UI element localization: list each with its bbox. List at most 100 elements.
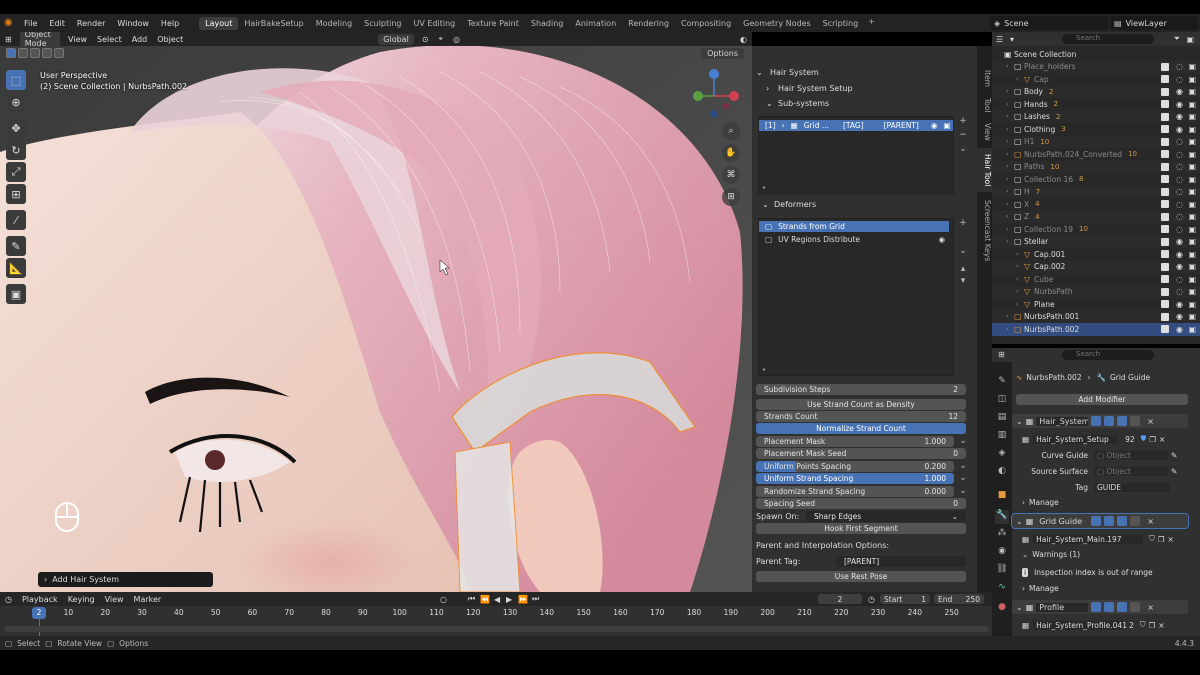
tab-screencast-keys[interactable]: Screencast Keys [977,196,992,266]
edit-mode-icon[interactable] [1091,602,1102,612]
parent-tag-input[interactable]: [PARENT] [836,556,966,567]
display-mode-icon[interactable]: ▾ [1010,35,1024,44]
eye-icon[interactable]: ◉ [1176,262,1183,271]
current-frame-field[interactable]: 2 [818,594,862,604]
play-icon[interactable]: ▶ [506,595,512,604]
select-mode-invert-icon[interactable] [42,48,52,58]
edit-mode-icon[interactable] [1091,416,1102,426]
new-collection-icon[interactable]: ▣ [1186,35,1194,44]
expand-arrow-icon[interactable]: › [1006,176,1014,183]
fake-user-icon[interactable]: ⛊ [1141,434,1147,444]
camera-icon[interactable]: ▣ [1188,62,1196,71]
exclude-checkbox[interactable] [1161,300,1169,309]
eye-icon[interactable]: ◉ [1176,312,1183,321]
play-reverse-icon[interactable]: ◀ [494,595,500,604]
camera-icon[interactable]: ▣ [1188,162,1196,171]
exclude-checkbox[interactable] [1161,325,1169,334]
exclude-checkbox[interactable] [1161,275,1169,284]
jump-start-icon[interactable]: ⏮ [468,594,475,604]
menu-window[interactable]: Window [111,19,155,28]
expand-arrow-icon[interactable]: › [1016,263,1024,270]
hair-system-setup-row[interactable]: › Hair System Setup [766,82,991,95]
exclude-checkbox[interactable] [1161,212,1169,221]
expand-arrow-icon[interactable]: › [1016,288,1024,295]
pivot-icon[interactable]: ⊙ [417,35,434,44]
eye-icon[interactable]: ◉ [1176,325,1183,334]
show-viewport-icon[interactable] [1104,602,1115,612]
close-icon[interactable]: × [1147,517,1154,526]
expand-arrow-icon[interactable]: › [1006,226,1014,233]
outliner-row[interactable]: › ▽ Cap ◌ ▣ [992,73,1200,86]
scene-selector[interactable]: ◈ Scene [990,16,1108,30]
outliner-row[interactable]: › ▽ NurbsPath ◌ ▣ [992,285,1200,298]
eye-icon[interactable]: ◉ [1176,237,1183,246]
spawn-on-dropdown[interactable]: Sharp Edges ⌄ [806,511,966,522]
select-mode-new-icon[interactable] [6,48,16,58]
expand-arrow-icon[interactable]: › [1016,76,1024,83]
outliner-row[interactable]: › ▢ Place_holders ◌ ▣ [992,60,1200,73]
expand-arrow-icon[interactable]: › [1006,101,1014,108]
start-frame-field[interactable]: Start 1 [880,594,930,604]
outliner-row[interactable]: › ▢ H 7 ◌ ▣ [992,185,1200,198]
eyedropper-icon[interactable]: ✎ [1171,451,1177,460]
tab-compositing[interactable]: Compositing [675,17,737,30]
deformers-list[interactable]: ▢ Strands from Grid ▢ UV Regions Distrib… [758,218,954,376]
eye-icon[interactable]: ◉ [1176,300,1183,309]
viewport-menu-add[interactable]: Add [127,35,153,44]
expand-arrow-icon[interactable]: › [1006,151,1014,158]
view-layer-selector[interactable]: ▤ ViewLayer [1110,16,1198,30]
eye-icon[interactable]: ◌ [1176,200,1183,209]
scale-tool-icon[interactable]: ⤢ [6,162,26,182]
eye-icon[interactable]: ◌ [1176,275,1183,284]
physics-tab-icon[interactable]: ◉ [995,546,1009,560]
placement-mask-seed-field[interactable]: Placement Mask Seed 0 [756,448,966,459]
viewport-menu-select[interactable]: Select [92,35,127,44]
outliner-search-input[interactable]: Search [1062,34,1154,44]
tab-tool[interactable]: Tool [977,94,992,116]
deformer-checkbox-icon[interactable]: ▢ [765,222,772,231]
camera-icon[interactable]: ▣ [1188,287,1196,296]
modifier-name-input[interactable]: Grid Guide [1036,517,1088,526]
camera-icon[interactable]: ▣ [1188,312,1196,321]
cursor-tool-icon[interactable]: ⊕ [6,92,26,112]
object-tab-icon[interactable]: ■ [995,490,1009,504]
blender-logo-icon[interactable]: ◉ [4,17,18,29]
eye-icon[interactable]: ◉ [1176,87,1183,96]
list-expand-icon[interactable]: ▸ [763,184,766,191]
timeline-menu-keying[interactable]: Keying [63,595,100,604]
expand-arrow-icon[interactable]: › [1006,188,1014,195]
output-tab-icon[interactable]: ▤ [995,412,1009,426]
particles-tab-icon[interactable]: ⁂ [995,528,1009,542]
jump-end-icon[interactable]: ⏭ [532,594,539,604]
select-box-tool-icon[interactable]: ⬚ [6,70,26,90]
expand-arrow-icon[interactable]: › [1006,238,1014,245]
fake-user-icon[interactable]: ⛉ [1140,620,1146,630]
playhead[interactable]: 2 [32,607,46,619]
render-tab-icon[interactable]: ◫ [995,394,1009,408]
clock-icon[interactable]: ◷ [868,595,875,604]
eye-icon[interactable]: ◌ [1176,187,1183,196]
tab-uv-editing[interactable]: UV Editing [408,17,462,30]
exclude-checkbox[interactable] [1161,312,1169,321]
use-rest-pose-button[interactable]: Use Rest Pose [756,571,966,582]
last-operator-panel[interactable]: › Add Hair System [38,572,213,587]
modifier-menu-icon[interactable] [1130,416,1141,426]
randomize-field[interactable]: Randomize Strand Spacing 0.000 [756,486,954,497]
tag-input[interactable]: GUIDE [1094,482,1170,492]
outliner-row[interactable]: › ▢ NurbsPath.002 ◉ ▣ [992,323,1200,336]
menu-edit[interactable]: Edit [43,19,71,28]
outliner-row[interactable]: › ▢ Collection 19 10 ◌ ▣ [992,223,1200,236]
outliner-row[interactable]: › ▽ Cap.001 ◉ ▣ [992,248,1200,261]
annotate-tool-icon[interactable]: ⁄ [6,210,26,230]
list-expand-icon[interactable]: ▸ [763,366,766,373]
data-tab-icon[interactable]: ∿ [995,582,1009,596]
expand-arrow-icon[interactable]: › [1006,138,1014,145]
camera-icon[interactable]: ▣ [1188,225,1196,234]
exclude-checkbox[interactable] [1161,162,1169,171]
show-viewport-icon[interactable] [1104,516,1115,526]
add-workspace-icon[interactable]: + [864,17,879,30]
deformer-menu-icon[interactable]: ⌄ [957,246,969,257]
tab-shading[interactable]: Shading [525,17,570,30]
eye-icon[interactable]: ◉ [1176,250,1183,259]
modifier-name-input[interactable]: Profile [1036,602,1089,612]
